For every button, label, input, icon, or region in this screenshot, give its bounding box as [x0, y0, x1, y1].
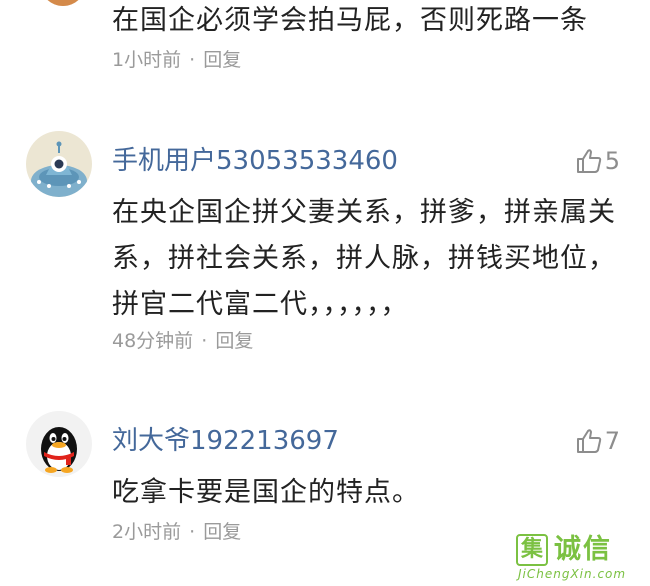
- alien-ufo-icon: [26, 131, 92, 197]
- comment-meta: 48分钟前 · 回复: [112, 328, 253, 354]
- comment-time: 48分钟前: [112, 330, 194, 352]
- watermark-logo: 集: [516, 534, 548, 566]
- watermark-brand: 诚信: [554, 534, 612, 565]
- like-count: 7: [604, 427, 620, 455]
- comment-meta: 1小时前 · 回复: [112, 47, 241, 73]
- comment-text: 吃拿卡要是国企的特点。: [112, 477, 420, 508]
- reply-button[interactable]: 回复: [203, 49, 241, 71]
- like-count: 5: [604, 147, 620, 175]
- avatar[interactable]: [40, 0, 86, 6]
- comment-text: 在央企国企拼父妻关系，拼爹，拼亲属关系，拼社会关系，拼人脉，拼钱买地位，拼官二代…: [112, 197, 616, 320]
- thumbs-up-icon: [576, 149, 601, 173]
- meta-separator: ·: [189, 49, 196, 71]
- username[interactable]: 刘大爷192213697: [112, 425, 339, 457]
- comment-text: 在国企必须学会拍马屁，否则死路一条: [112, 5, 588, 36]
- meta-separator: ·: [201, 330, 208, 352]
- penguin-icon: [26, 411, 92, 477]
- avatar[interactable]: [26, 131, 92, 197]
- meta-separator: ·: [189, 521, 196, 543]
- watermark: 集 诚信 JiChengXin.com: [516, 534, 644, 582]
- comment-meta: 2小时前 · 回复: [112, 519, 241, 545]
- username[interactable]: 手机用户53053533460: [112, 145, 398, 177]
- like-button[interactable]: 5: [575, 145, 620, 177]
- avatar[interactable]: [26, 411, 92, 477]
- comment-time: 1小时前: [112, 49, 182, 71]
- like-button[interactable]: 7: [575, 425, 620, 457]
- comment-time: 2小时前: [112, 521, 182, 543]
- thumbs-up-icon: [576, 429, 601, 453]
- reply-button[interactable]: 回复: [215, 330, 253, 352]
- watermark-url: JiChengXin.com: [518, 567, 627, 581]
- reply-button[interactable]: 回复: [203, 521, 241, 543]
- comment-list: 在国企必须学会拍马屁，否则死路一条 1小时前 · 回复 手机用户53053533…: [0, 0, 650, 586]
